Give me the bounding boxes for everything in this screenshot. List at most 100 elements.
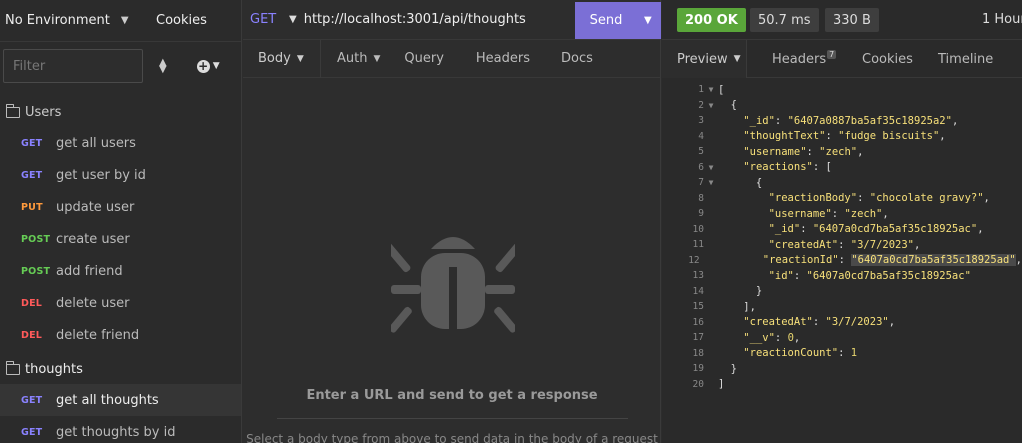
code-text: "reactionId": "6407a0cd7ba5af35c18925ad"… bbox=[762, 254, 1022, 267]
code-text: "id": "6407a0cd7ba5af35c18925ac" bbox=[768, 269, 971, 282]
method-badge: GET bbox=[21, 137, 43, 149]
line-number: 17 bbox=[692, 332, 704, 344]
method-badge: PUT bbox=[21, 201, 43, 213]
response-age[interactable]: 1 Hour bbox=[982, 12, 1022, 27]
sort-icon[interactable]: ▲ ▼ bbox=[159, 58, 167, 75]
code-line: 18 "reactionCount": 1 bbox=[662, 346, 1022, 362]
response-pane: 200 OK 50.7 ms 330 B 1 Hour Preview ▼ He… bbox=[662, 0, 1022, 443]
method-selector[interactable]: GET bbox=[250, 12, 282, 27]
code-text: "__v": 0, bbox=[743, 331, 801, 344]
request-label: add friend bbox=[56, 263, 123, 279]
request-label: update user bbox=[56, 199, 135, 215]
code-text: "username": "zech", bbox=[768, 207, 889, 220]
url-input[interactable]: http://localhost:3001/api/thoughts bbox=[304, 12, 574, 27]
fold-toggle-icon[interactable]: ▼ bbox=[704, 101, 718, 110]
code-text: ] bbox=[718, 378, 725, 391]
tab-headers[interactable]: Headers bbox=[476, 40, 530, 78]
code-line: 19 } bbox=[662, 361, 1022, 377]
line-number: 18 bbox=[692, 347, 704, 359]
sidebar-item-add-friend[interactable]: POST add friend bbox=[0, 255, 241, 287]
method-badge: GET bbox=[21, 426, 43, 438]
request-label: create user bbox=[56, 231, 130, 247]
tab-label: Cookies bbox=[862, 51, 913, 67]
request-label: delete user bbox=[56, 295, 130, 311]
tab-label: Body bbox=[258, 51, 291, 66]
folder-label: Users bbox=[25, 104, 62, 120]
response-size-badge: 330 B bbox=[825, 8, 879, 32]
code-text: "createdAt": "3/7/2023", bbox=[743, 316, 896, 329]
chevron-down-icon[interactable]: ▼ bbox=[289, 14, 297, 25]
tab-label: Timeline bbox=[938, 51, 994, 67]
method-badge: DEL bbox=[21, 297, 43, 309]
folder-icon bbox=[5, 360, 20, 375]
line-number: 11 bbox=[692, 239, 704, 251]
code-line: 8 "reactionBody": "chocolate gravy?", bbox=[662, 191, 1022, 207]
line-number: 20 bbox=[692, 378, 704, 390]
folder-users[interactable]: Users bbox=[0, 97, 241, 127]
send-button[interactable]: Send ▼ bbox=[575, 2, 661, 39]
code-line: 7 ▼ { bbox=[662, 175, 1022, 191]
line-number: 5 bbox=[698, 146, 704, 158]
fold-toggle-icon[interactable]: ▼ bbox=[704, 178, 718, 187]
sidebar-item-get-thoughts-by-id[interactable]: GET get thoughts by id bbox=[0, 416, 241, 443]
headers-count-badge: 7 bbox=[827, 49, 837, 59]
tab-label: Auth bbox=[337, 51, 368, 66]
chevron-down-icon: ▼ bbox=[212, 61, 220, 71]
sidebar-item-create-user[interactable]: POST create user bbox=[0, 223, 241, 255]
code-text: "reactions": [ bbox=[743, 161, 832, 174]
tab-query[interactable]: Query bbox=[404, 40, 444, 78]
sidebar-item-delete-user[interactable]: DEL delete user bbox=[0, 287, 241, 319]
line-number: 10 bbox=[692, 223, 704, 235]
code-line: 11 "createdAt": "3/7/2023", bbox=[662, 237, 1022, 253]
code-line: 12 "reactionId": "6407a0cd7ba5af35c18925… bbox=[662, 253, 1022, 269]
code-line: 5 "username": "zech", bbox=[662, 144, 1022, 160]
cookies-button[interactable]: Cookies bbox=[156, 13, 207, 28]
response-body-viewer[interactable]: 1 ▼[2 ▼ {3 "_id": "6407a0887ba5af35c18925a… bbox=[662, 82, 1022, 392]
tab-label: Headers bbox=[475, 51, 531, 66]
folder-thoughts[interactable]: thoughts bbox=[0, 354, 241, 384]
code-line: 20] bbox=[662, 377, 1022, 393]
chevron-down-icon: ▼ bbox=[120, 15, 129, 26]
sidebar-item-get-user-by-id[interactable]: GET get user by id bbox=[0, 159, 241, 191]
response-tabs: Preview ▼ Headers 7 Cookies Timeline bbox=[662, 40, 1022, 78]
add-request-button[interactable]: + ▼ bbox=[196, 59, 220, 73]
tab-body[interactable]: Body ▼ bbox=[243, 39, 321, 78]
code-line: 6 ▼ "reactions": [ bbox=[662, 160, 1022, 176]
code-line: 15 ], bbox=[662, 299, 1022, 315]
filter-input[interactable] bbox=[3, 49, 143, 83]
environment-selector[interactable]: No Environment ▼ bbox=[0, 13, 148, 28]
sidebar: No Environment ▼ Cookies ▲▼ + ▼ Users GE… bbox=[0, 0, 242, 443]
line-number: 1 bbox=[698, 84, 704, 96]
code-line: 10 "_id": "6407a0cd7ba5af35c18925ac", bbox=[662, 222, 1022, 238]
line-number: 15 bbox=[692, 301, 704, 313]
fold-toggle-icon[interactable]: ▼ bbox=[704, 163, 718, 172]
tab-docs[interactable]: Docs bbox=[561, 40, 593, 78]
sidebar-header: No Environment ▼ Cookies bbox=[0, 0, 241, 42]
folder-label: thoughts bbox=[25, 361, 83, 377]
tab-auth[interactable]: Auth ▼ bbox=[337, 40, 380, 78]
code-line: 17 "__v": 0, bbox=[662, 330, 1022, 346]
code-text: } bbox=[718, 362, 737, 375]
code-line: 16 "createdAt": "3/7/2023", bbox=[662, 315, 1022, 331]
tab-response-cookies[interactable]: Cookies bbox=[862, 40, 913, 78]
sidebar-filter-row: ▲▼ + ▼ bbox=[0, 42, 241, 90]
code-line: 9 "username": "zech", bbox=[662, 206, 1022, 222]
request-label: get all thoughts bbox=[56, 392, 159, 408]
sidebar-item-get-all-users[interactable]: GET get all users bbox=[0, 127, 241, 159]
tab-response-headers[interactable]: Headers 7 bbox=[772, 40, 837, 78]
sidebar-item-delete-friend[interactable]: DEL delete friend bbox=[0, 319, 241, 351]
code-text: "thoughtText": "fudge biscuits", bbox=[743, 130, 946, 143]
fold-toggle-icon[interactable]: ▼ bbox=[704, 85, 718, 94]
sidebar-item-get-all-thoughts[interactable]: GET get all thoughts bbox=[0, 384, 241, 416]
tab-timeline[interactable]: Timeline bbox=[938, 40, 993, 78]
method-badge: POST bbox=[21, 265, 51, 277]
request-tabs: Body ▼ Auth ▼ Query Headers Docs bbox=[243, 39, 660, 78]
tab-preview[interactable]: Preview ▼ bbox=[662, 40, 747, 78]
line-number: 8 bbox=[698, 192, 704, 204]
status-badge: 200 OK bbox=[677, 8, 746, 32]
code-text: "_id": "6407a0cd7ba5af35c18925ac", bbox=[768, 223, 984, 236]
line-number: 14 bbox=[692, 285, 704, 297]
sidebar-item-update-user[interactable]: PUT update user bbox=[0, 191, 241, 223]
code-line: 4 "thoughtText": "fudge biscuits", bbox=[662, 129, 1022, 145]
chevron-down-icon[interactable]: ▼ bbox=[644, 15, 652, 26]
